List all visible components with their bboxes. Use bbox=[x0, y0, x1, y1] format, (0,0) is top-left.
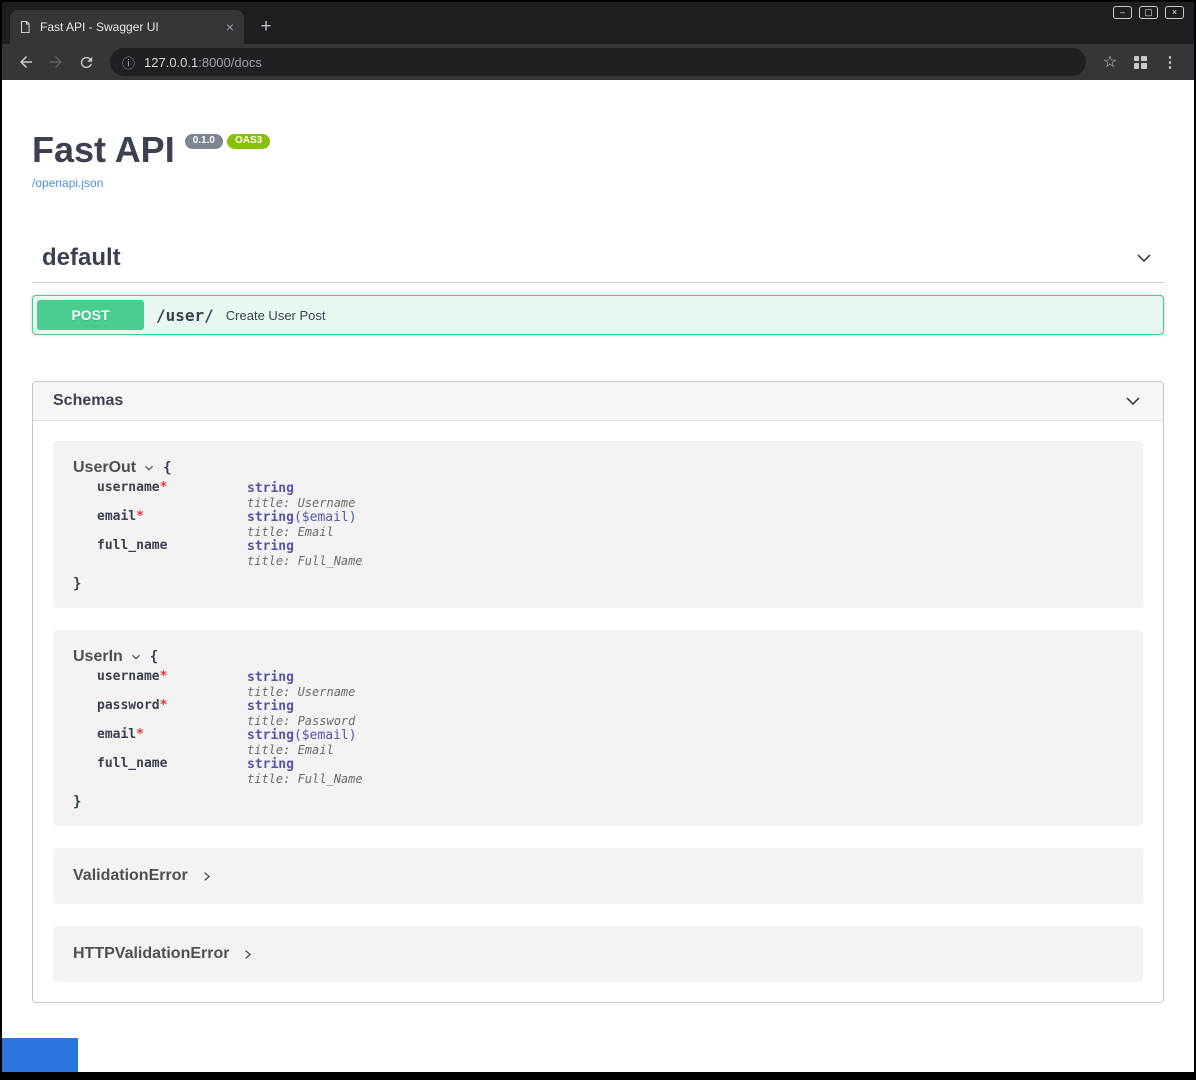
property-title: title: Full_Name bbox=[247, 772, 1123, 786]
required-star: * bbox=[160, 480, 168, 495]
operation-summary: Create User Post bbox=[226, 308, 326, 323]
forward-button[interactable] bbox=[42, 48, 70, 76]
model-toggle-userout[interactable]: UserOut bbox=[73, 459, 155, 477]
chevron-right-icon[interactable] bbox=[241, 948, 254, 961]
property-type: string bbox=[247, 481, 294, 496]
property-name: username* bbox=[97, 481, 247, 510]
schemas-body: UserOut { username* string titl bbox=[33, 420, 1163, 1002]
schemas-section: Schemas UserOut bbox=[32, 381, 1164, 1003]
minimize-button[interactable]: – bbox=[1113, 6, 1132, 19]
api-info: Fast API 0.1.0 OAS3 /openapi.json bbox=[32, 132, 1164, 192]
property-format: ($email) bbox=[294, 510, 357, 525]
open-brace: { bbox=[163, 460, 171, 476]
operation-path: /user/ bbox=[156, 306, 214, 325]
chevron-down-icon bbox=[143, 462, 155, 474]
property-type: string bbox=[247, 670, 294, 685]
chevron-down-icon[interactable] bbox=[1123, 391, 1143, 411]
model-name: UserIn bbox=[73, 648, 123, 666]
property-type: string bbox=[247, 539, 294, 554]
property-type: string bbox=[247, 728, 294, 743]
property-title: title: Full_Name bbox=[247, 554, 1123, 568]
openapi-spec-link[interactable]: /openapi.json bbox=[32, 176, 103, 190]
page-favicon-icon bbox=[18, 20, 32, 34]
model-name: HTTPValidationError bbox=[73, 945, 229, 963]
property-title: title: Password bbox=[247, 714, 1123, 728]
tab-close-icon[interactable]: × bbox=[224, 20, 236, 34]
tab-strip: Fast API - Swagger UI × + bbox=[10, 10, 280, 44]
property-title: title: Email bbox=[247, 525, 1123, 539]
browser-menu-icon[interactable]: ⋮ bbox=[1156, 48, 1184, 76]
model-properties: username* string title: Username passwor… bbox=[97, 670, 1123, 786]
open-brace: { bbox=[150, 649, 158, 665]
property-name: email* bbox=[97, 728, 247, 757]
schemas-header[interactable]: Schemas bbox=[33, 382, 1163, 420]
address-bar[interactable]: ⓘ 127.0.0.1:8000/docs bbox=[110, 48, 1086, 76]
schema-model-userout: UserOut { username* string titl bbox=[53, 441, 1143, 608]
browser-window: – ▢ × Fast API - Swagger UI × + bbox=[2, 2, 1194, 1078]
version-badge: 0.1.0 bbox=[185, 134, 223, 149]
model-name: UserOut bbox=[73, 459, 136, 477]
status-blue-box bbox=[2, 1038, 78, 1072]
forward-arrow-icon bbox=[47, 53, 65, 71]
tag-title: default bbox=[42, 244, 121, 272]
new-tab-button[interactable]: + bbox=[252, 13, 280, 41]
chevron-right-icon[interactable] bbox=[200, 870, 213, 883]
chevron-down-icon bbox=[130, 651, 142, 663]
url-host: 127.0.0.1 bbox=[144, 55, 198, 70]
reload-icon bbox=[78, 54, 95, 71]
property-name: password* bbox=[97, 699, 247, 728]
model-name: ValidationError bbox=[73, 867, 188, 885]
browser-toolbar: ⓘ 127.0.0.1:8000/docs ☆ ⋮ bbox=[2, 44, 1194, 80]
back-button[interactable] bbox=[12, 48, 40, 76]
tab-title: Fast API - Swagger UI bbox=[40, 20, 224, 34]
http-method-badge: POST bbox=[37, 300, 144, 330]
window-frame-top: – ▢ × Fast API - Swagger UI × + bbox=[2, 2, 1194, 44]
property-format: ($email) bbox=[294, 728, 357, 743]
schema-model-userin: UserIn { username* string title bbox=[53, 630, 1143, 826]
chevron-down-icon[interactable] bbox=[1134, 248, 1154, 268]
window-controls: – ▢ × bbox=[1113, 6, 1184, 19]
site-info-icon[interactable]: ⓘ bbox=[122, 53, 135, 72]
property-type: string bbox=[247, 757, 294, 772]
tag-section-default: default POST /user/ Create User Post bbox=[32, 236, 1164, 335]
property-title: title: Username bbox=[247, 496, 1123, 510]
required-star: * bbox=[160, 669, 168, 684]
property-name: email* bbox=[97, 510, 247, 539]
property-type: string bbox=[247, 510, 294, 525]
browser-tab[interactable]: Fast API - Swagger UI × bbox=[10, 10, 244, 44]
close-brace: } bbox=[73, 794, 1123, 810]
bookmark-star-icon[interactable]: ☆ bbox=[1096, 48, 1124, 76]
required-star: * bbox=[136, 727, 144, 742]
operation-post-user[interactable]: POST /user/ Create User Post bbox=[32, 295, 1164, 335]
grid-tiles-icon bbox=[1134, 56, 1147, 69]
reload-button[interactable] bbox=[72, 48, 100, 76]
close-brace: } bbox=[73, 576, 1123, 592]
model-toggle-userin[interactable]: UserIn bbox=[73, 648, 142, 666]
property-name: full_name bbox=[97, 757, 247, 786]
back-arrow-icon bbox=[17, 53, 35, 71]
oas3-badge: OAS3 bbox=[227, 134, 270, 149]
property-name: username* bbox=[97, 670, 247, 699]
property-type: string bbox=[247, 699, 294, 714]
model-properties: username* string title: Username email* … bbox=[97, 481, 1123, 568]
property-title: title: Email bbox=[247, 743, 1123, 757]
window-bottom-border bbox=[2, 1072, 1194, 1078]
schema-model-httpvalidationerror[interactable]: HTTPValidationError bbox=[53, 926, 1143, 982]
tag-header-default[interactable]: default bbox=[32, 236, 1164, 283]
property-title: title: Username bbox=[247, 685, 1123, 699]
url-path: :8000/docs bbox=[198, 55, 262, 70]
required-star: * bbox=[160, 698, 168, 713]
property-name: full_name bbox=[97, 539, 247, 568]
page-content: Fast API 0.1.0 OAS3 /openapi.json defaul… bbox=[2, 80, 1194, 1072]
page-title: Fast API bbox=[32, 132, 175, 168]
required-star: * bbox=[136, 509, 144, 524]
schemas-title: Schemas bbox=[53, 392, 123, 410]
schema-model-validationerror[interactable]: ValidationError bbox=[53, 848, 1143, 904]
close-window-button[interactable]: × bbox=[1165, 6, 1184, 19]
extensions-grid-icon[interactable] bbox=[1126, 48, 1154, 76]
maximize-button[interactable]: ▢ bbox=[1139, 6, 1158, 19]
